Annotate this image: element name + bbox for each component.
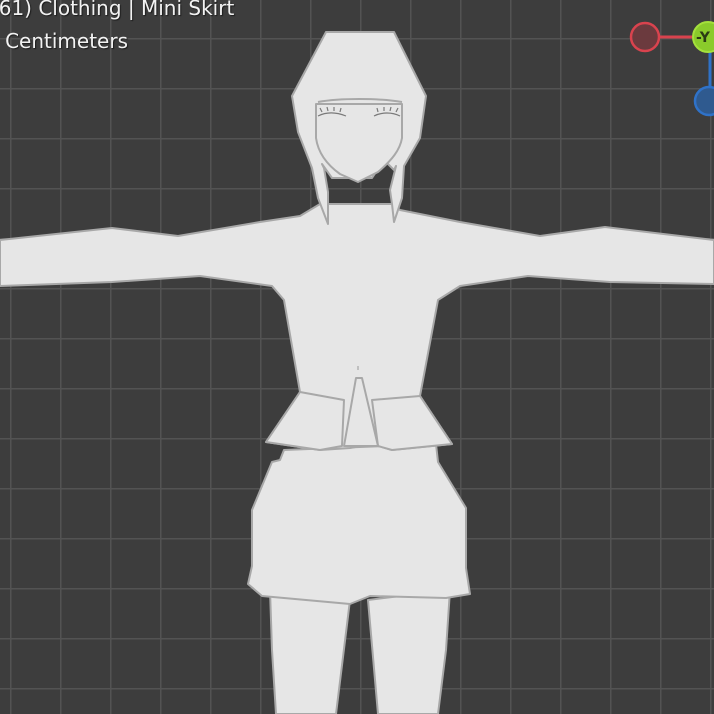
3d-viewport[interactable]: 161) Clothing | Mini Skirt 0 Centimeters	[0, 0, 714, 714]
y-axis-label: -Y	[696, 30, 711, 46]
navigation-gizmo[interactable]: -Y	[0, 0, 714, 714]
negative-z-axis-handle[interactable]	[693, 85, 714, 117]
negative-x-axis-handle[interactable]	[629, 21, 661, 53]
